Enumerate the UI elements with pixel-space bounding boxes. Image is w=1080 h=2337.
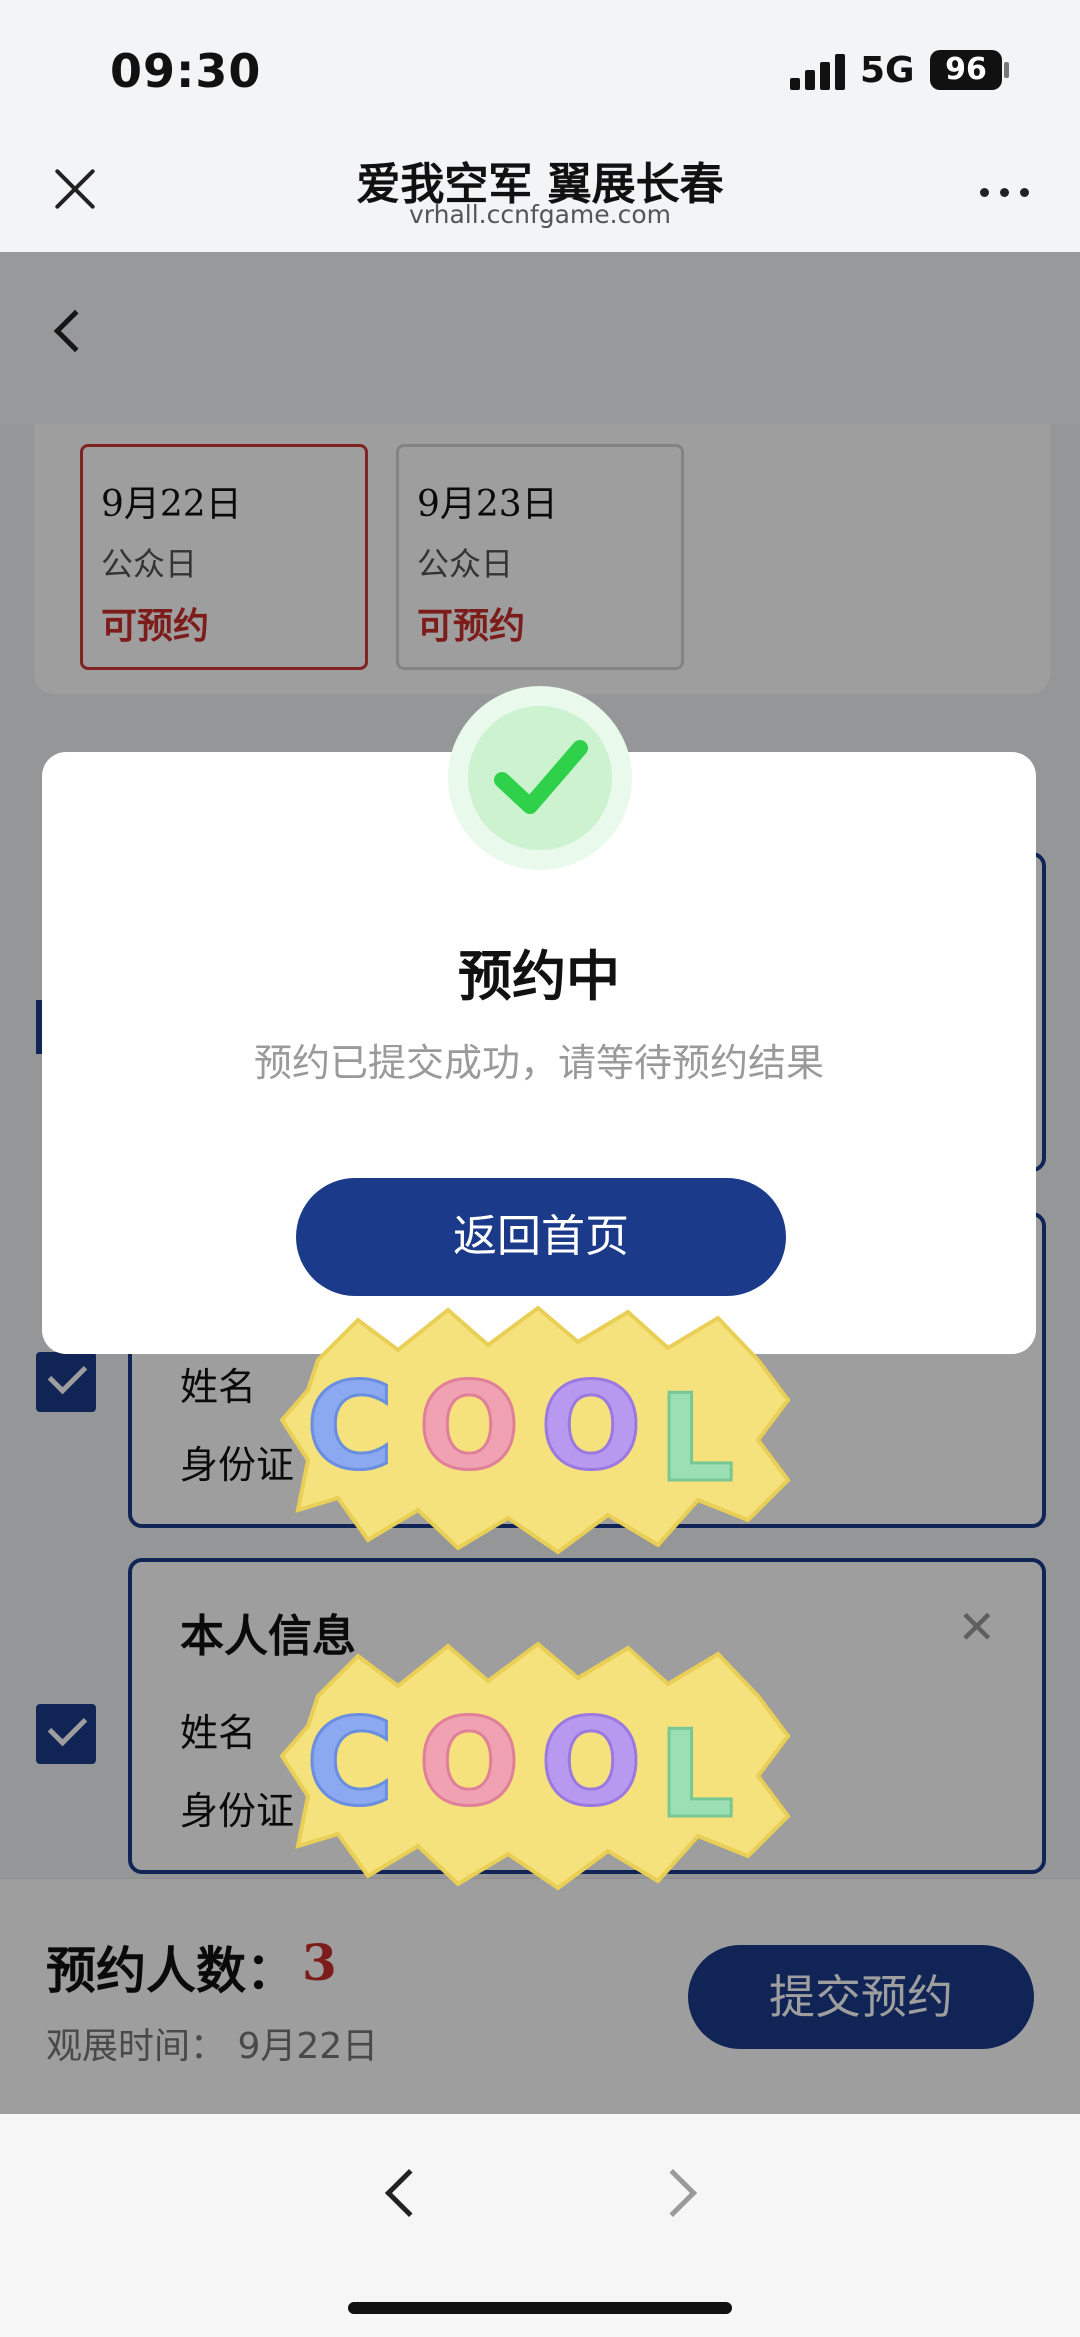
success-inner: [468, 706, 612, 850]
browser-back-icon[interactable]: [384, 2168, 434, 2218]
checkmark-icon: [494, 740, 588, 814]
battery-tip: [1004, 62, 1009, 78]
battery-icon: 96: [930, 50, 1002, 90]
svg-text:O: O: [540, 1694, 642, 1833]
svg-text:O: O: [540, 1358, 642, 1497]
more-icon[interactable]: [980, 188, 1030, 198]
browser-header: 09:30 5G 96 爱我空军 翼展长春 vrhall.ccnfgame.co…: [0, 0, 1080, 252]
cool-sticker: C O O L: [279, 1305, 791, 1555]
svg-text:C: C: [306, 1694, 394, 1833]
svg-text:L: L: [658, 1706, 734, 1845]
home-indicator: [348, 2302, 732, 2314]
page-url: vrhall.ccnfgame.com: [408, 200, 672, 229]
signal-icon: [790, 54, 846, 90]
modal-title: 预约中: [458, 945, 620, 1008]
svg-text:L: L: [658, 1370, 734, 1509]
svg-text:O: O: [418, 1694, 520, 1833]
cool-sticker: C O O L: [279, 1641, 791, 1891]
svg-text:O: O: [418, 1358, 520, 1497]
network-label: 5G: [860, 50, 915, 91]
browser-forward-icon[interactable]: [648, 2168, 698, 2218]
status-time: 09:30: [110, 44, 262, 98]
success-badge: [448, 686, 632, 870]
browser-toolbar: [0, 2114, 1080, 2337]
return-home-button[interactable]: 返回首页: [296, 1178, 786, 1296]
modal-subtitle: 预约已提交成功，请等待预约结果: [253, 1041, 824, 1085]
svg-text:C: C: [306, 1358, 394, 1497]
